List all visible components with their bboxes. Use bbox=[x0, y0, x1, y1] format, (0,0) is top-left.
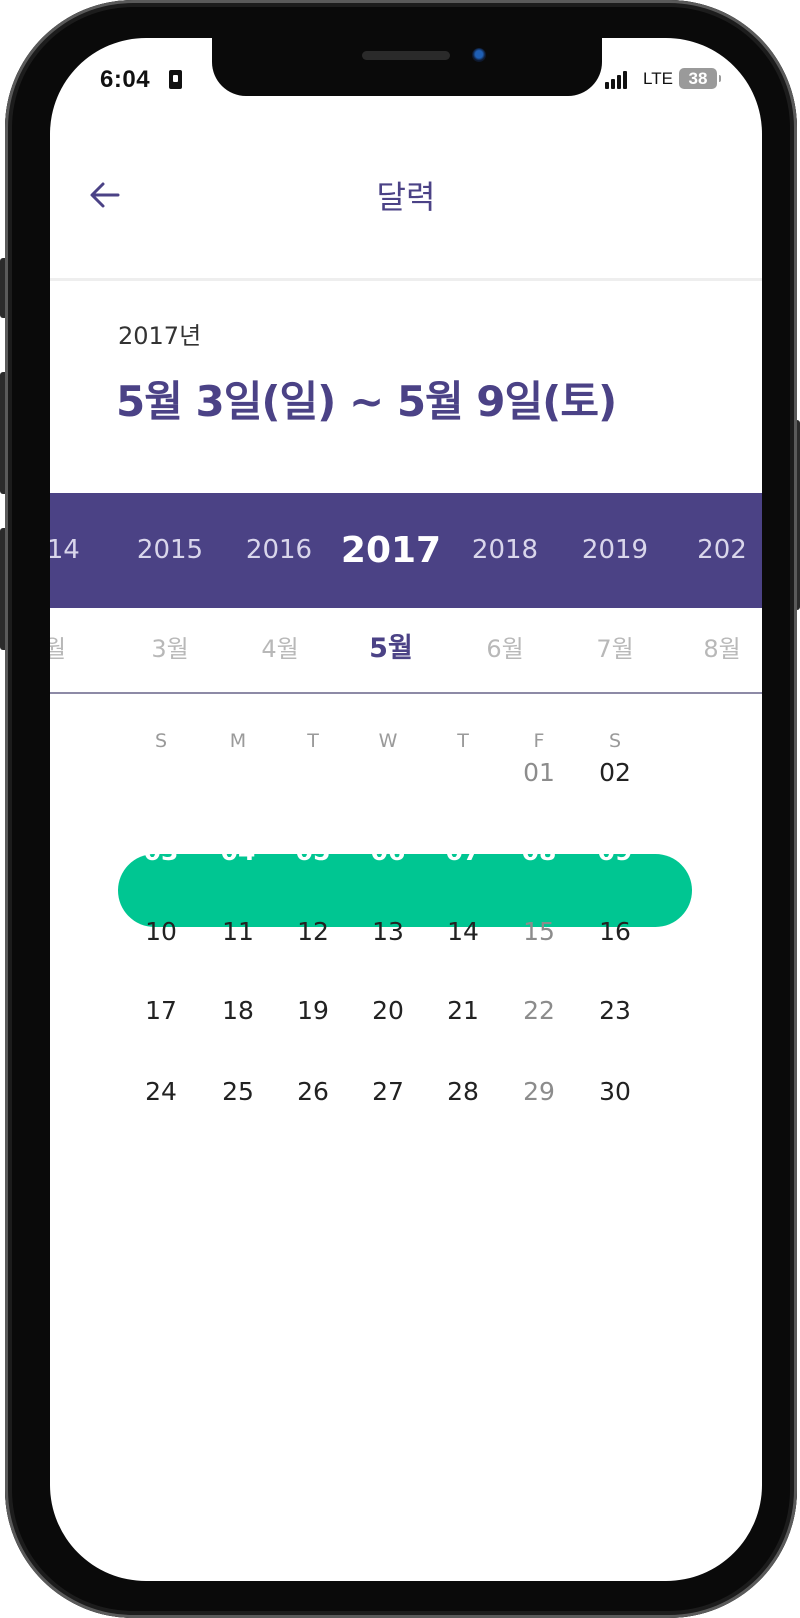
calendar-day[interactable]: 12 bbox=[297, 917, 329, 946]
calendar-day[interactable]: 13 bbox=[372, 917, 404, 946]
calendar-day[interactable]: 24 bbox=[145, 1077, 177, 1106]
calendar-day[interactable]: 07 bbox=[446, 837, 481, 866]
device-frame: 6:04 LTE 38 달력 2017년 5월 3일(일) ~ 5월 9일(토)… bbox=[0, 0, 800, 1618]
weekday-label: T bbox=[457, 730, 469, 752]
calendar-day[interactable]: 02 bbox=[599, 758, 631, 787]
month-option[interactable]: 6월 bbox=[486, 608, 523, 690]
page-title: 달력 bbox=[376, 178, 436, 216]
calendar-day[interactable]: 11 bbox=[222, 917, 254, 946]
selected-year-label: 2017년 bbox=[118, 322, 202, 350]
year-option[interactable]: 2015 bbox=[137, 493, 203, 608]
calendar-day[interactable]: 04 bbox=[221, 837, 256, 866]
calendar-day[interactable]: 28 bbox=[447, 1077, 479, 1106]
weekday-label: S bbox=[154, 730, 168, 752]
calendar-day[interactable]: 21 bbox=[447, 996, 479, 1025]
camera-icon bbox=[472, 48, 486, 62]
calendar-day[interactable]: 05 bbox=[296, 837, 331, 866]
month-option[interactable]: 8월 bbox=[703, 608, 740, 690]
phone-body: 6:04 LTE 38 달력 2017년 5월 3일(일) ~ 5월 9일(토)… bbox=[5, 0, 797, 1618]
month-option[interactable]: 5월 bbox=[369, 608, 413, 690]
calendar-day[interactable]: 29 bbox=[523, 1077, 555, 1106]
calendar-day[interactable]: 01 bbox=[523, 758, 555, 787]
weekday-label: F bbox=[533, 730, 545, 752]
calendar-day[interactable]: 26 bbox=[297, 1077, 329, 1106]
year-option[interactable]: 202 bbox=[697, 493, 747, 608]
weekday-label: M bbox=[229, 730, 247, 752]
network-type: LTE bbox=[643, 69, 673, 88]
calendar-day[interactable]: 25 bbox=[222, 1077, 254, 1106]
year-option[interactable]: 2017 bbox=[341, 493, 441, 608]
weekday-label: W bbox=[378, 730, 398, 752]
app-header: 달력 bbox=[50, 156, 762, 236]
selected-range-title: 5월 3일(일) ~ 5월 9일(토) bbox=[116, 377, 617, 426]
calendar-day[interactable]: 20 bbox=[372, 996, 404, 1025]
header-divider bbox=[50, 278, 762, 281]
sim-card-icon bbox=[169, 70, 182, 89]
speaker-grille bbox=[362, 51, 450, 60]
calendar-day[interactable]: 15 bbox=[523, 917, 555, 946]
calendar-day[interactable]: 08 bbox=[522, 837, 557, 866]
calendar-day[interactable]: 18 bbox=[222, 996, 254, 1025]
month-option[interactable]: 4월 bbox=[261, 608, 298, 690]
month-option[interactable]: 3월 bbox=[151, 608, 188, 690]
weekday-label: S bbox=[608, 730, 622, 752]
calendar-day[interactable]: 03 bbox=[144, 837, 179, 866]
month-option[interactable]: 7월 bbox=[596, 608, 633, 690]
month-selector[interactable]: 월 3월 4월 5월 6월 7월 8월 bbox=[50, 608, 762, 690]
notch bbox=[212, 38, 602, 96]
calendar-day[interactable]: 06 bbox=[371, 837, 406, 866]
calendar-day[interactable]: 09 bbox=[598, 837, 633, 866]
year-option[interactable]: 2018 bbox=[472, 493, 538, 608]
status-time: 6:04 bbox=[100, 66, 151, 93]
calendar-day[interactable]: 22 bbox=[523, 996, 555, 1025]
year-option[interactable]: 014 bbox=[50, 493, 80, 608]
calendar-day[interactable]: 16 bbox=[599, 917, 631, 946]
calendar-day[interactable]: 17 bbox=[145, 996, 177, 1025]
year-option[interactable]: 2019 bbox=[582, 493, 648, 608]
battery-icon: 38 bbox=[679, 68, 721, 89]
calendar-day[interactable]: 27 bbox=[372, 1077, 404, 1106]
month-selector-underline bbox=[50, 692, 762, 694]
calendar-day[interactable]: 10 bbox=[145, 917, 177, 946]
calendar-day[interactable]: 30 bbox=[599, 1077, 631, 1106]
screen: 6:04 LTE 38 달력 2017년 5월 3일(일) ~ 5월 9일(토)… bbox=[50, 38, 762, 1581]
signal-bars-icon bbox=[605, 71, 627, 89]
calendar-day[interactable]: 23 bbox=[599, 996, 631, 1025]
weekday-label: T bbox=[307, 730, 319, 752]
month-option[interactable]: 월 bbox=[50, 608, 66, 690]
year-selector[interactable]: 014 2015 2016 2017 2018 2019 202 bbox=[50, 493, 762, 608]
year-option[interactable]: 2016 bbox=[246, 493, 312, 608]
calendar-day[interactable]: 14 bbox=[447, 917, 479, 946]
calendar-day[interactable]: 19 bbox=[297, 996, 329, 1025]
